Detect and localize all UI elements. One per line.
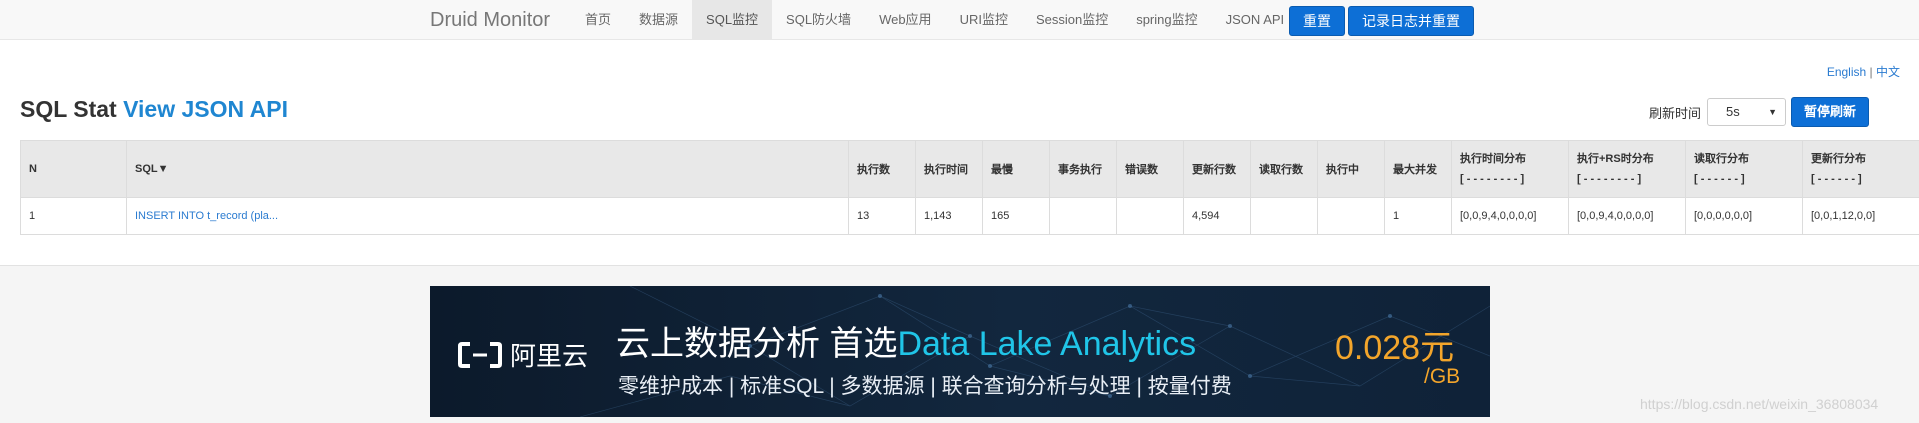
aliyun-logo-icon: [458, 341, 502, 368]
cell-update-rows: 4,594: [1183, 197, 1251, 235]
aliyun-logo: 阿里云: [458, 336, 588, 373]
cell-n: 1: [20, 197, 127, 235]
log-and-reset-button[interactable]: 记录日志并重置: [1348, 6, 1474, 36]
column-header-sql[interactable]: SQL▼: [126, 140, 849, 198]
banner-price: 0.028元: [1335, 329, 1455, 367]
sql-detail-link[interactable]: INSERT INTO t_record (pla...: [135, 210, 278, 222]
nav-item-sql-monitor[interactable]: SQL监控: [692, 0, 773, 40]
refresh-controls: 刷新时间 5s ▼ 暂停刷新: [1649, 97, 1870, 127]
cell-fetch-rows: [1250, 197, 1318, 235]
column-header-update-rows[interactable]: 更新行数: [1183, 140, 1251, 198]
language-switch: English | 中文: [1827, 63, 1900, 80]
page-title-text: SQL Stat: [20, 96, 117, 122]
column-header-transaction-exec[interactable]: 事务执行: [1049, 140, 1117, 198]
top-navbar: Druid Monitor 首页 数据源 SQL监控 SQL防火墙 Web应用 …: [0, 0, 1919, 40]
banner-price-unit: /GB: [1424, 365, 1461, 388]
column-header-fetch-row-histogram[interactable]: 读取行分布 [ - - - - - - ]: [1685, 140, 1803, 198]
lang-separator: |: [1869, 65, 1873, 79]
column-header-update-row-histogram-range: [ - - - - - - ]: [1811, 173, 1862, 185]
column-header-exec-time[interactable]: 执行时间: [915, 140, 983, 198]
page-title: SQL Stat View JSON API: [20, 96, 288, 123]
cell-error-count: [1116, 197, 1184, 235]
nav-item-json-api[interactable]: JSON API: [1212, 0, 1299, 40]
column-header-exec-histogram-range: [ - - - - - - - - ]: [1460, 173, 1525, 185]
nav-item-session-monitor[interactable]: Session监控: [1022, 0, 1122, 40]
cell-fetch-row-histogram: [0,0,0,0,0,0]: [1685, 197, 1803, 235]
brand-title[interactable]: Druid Monitor: [430, 0, 550, 40]
reset-button[interactable]: 重置: [1289, 6, 1345, 36]
nav-item-sql-firewall[interactable]: SQL防火墙: [772, 0, 865, 40]
nav-item-datasource[interactable]: 数据源: [625, 0, 692, 40]
nav-item-spring-monitor[interactable]: spring监控: [1122, 0, 1211, 40]
watermark-text: https://blog.csdn.net/weixin_36808034: [1640, 396, 1879, 412]
column-header-slowest[interactable]: 最慢: [982, 140, 1050, 198]
pause-refresh-button[interactable]: 暂停刷新: [1791, 97, 1870, 127]
column-header-exec-histogram[interactable]: 执行时间分布 [ - - - - - - - - ]: [1451, 140, 1569, 198]
table-header-row: N SQL▼ 执行数 执行时间 最慢 事务执行 错误数 更新行数 读取行数 执行…: [20, 140, 1919, 198]
lang-english-link[interactable]: English: [1827, 65, 1866, 79]
view-json-api-link[interactable]: View JSON API: [123, 96, 288, 122]
nav-item-web-app[interactable]: Web应用: [865, 0, 946, 40]
cell-exec-count: 13: [848, 197, 916, 235]
refresh-interval-label: 刷新时间: [1649, 105, 1702, 121]
cell-exec-time: 1,143: [915, 197, 983, 235]
banner-headline-prefix: 云上数据分析 首选: [616, 325, 898, 363]
cell-transaction-exec: [1049, 197, 1117, 235]
column-header-running[interactable]: 执行中: [1317, 140, 1385, 198]
column-header-n[interactable]: N: [20, 140, 127, 198]
column-header-exec-rs-histogram-title: 执行+RS时分布: [1577, 153, 1654, 165]
banner-subline: 零维护成本 | 标准SQL | 多数据源 | 联合查询分析与处理 | 按量付费: [618, 375, 1232, 398]
nav-buttons: 重置 记录日志并重置: [1289, 6, 1474, 36]
banner-headline-highlight: Data Lake Analytics: [897, 325, 1197, 363]
column-header-exec-rs-histogram[interactable]: 执行+RS时分布 [ - - - - - - - - ]: [1568, 140, 1686, 198]
aliyun-logo-text: 阿里云: [510, 341, 589, 371]
column-header-update-row-histogram-title: 更新行分布: [1811, 153, 1866, 165]
nav-item-uri-monitor[interactable]: URI监控: [946, 0, 1022, 40]
cell-exec-histogram: [0,0,9,4,0,0,0,0]: [1451, 197, 1569, 235]
cell-running: [1317, 197, 1385, 235]
column-header-update-row-histogram[interactable]: 更新行分布 [ - - - - - - ]: [1802, 140, 1919, 198]
sql-stat-table: N SQL▼ 执行数 执行时间 最慢 事务执行 错误数 更新行数 读取行数 执行…: [20, 140, 1919, 235]
ad-banner[interactable]: 阿里云 云上数据分析 首选Data Lake Analytics 零维护成本 |…: [430, 286, 1490, 417]
banner-headline: 云上数据分析 首选Data Lake Analytics: [616, 316, 1196, 365]
refresh-interval-select[interactable]: 5s ▼: [1707, 98, 1787, 126]
cell-sql: INSERT INTO t_record (pla...: [126, 197, 849, 235]
column-header-fetch-row-histogram-range: [ - - - - - - ]: [1694, 173, 1745, 185]
table-row: 1 INSERT INTO t_record (pla... 13 1,143 …: [20, 197, 1919, 235]
cell-max-concurrent: 1: [1384, 197, 1452, 235]
cell-slowest: 165: [982, 197, 1050, 235]
cell-exec-rs-histogram: [0,0,9,4,0,0,0,0]: [1568, 197, 1686, 235]
column-header-fetch-rows[interactable]: 读取行数: [1250, 140, 1318, 198]
column-header-exec-histogram-title: 执行时间分布: [1460, 153, 1526, 165]
caret-down-icon: ▼: [1768, 107, 1778, 117]
nav-item-home[interactable]: 首页: [571, 0, 625, 40]
refresh-interval-value: 5s: [1726, 104, 1740, 119]
lang-chinese-link[interactable]: 中文: [1876, 65, 1900, 79]
column-header-exec-count[interactable]: 执行数: [848, 140, 916, 198]
nav-menu: 首页 数据源 SQL监控 SQL防火墙 Web应用 URI监控 Session监…: [571, 0, 1298, 40]
column-header-error-count[interactable]: 错误数: [1116, 140, 1184, 198]
column-header-fetch-row-histogram-title: 读取行分布: [1694, 153, 1749, 165]
cell-update-row-histogram: [0,0,1,12,0,0]: [1802, 197, 1919, 235]
column-header-max-concurrent[interactable]: 最大并发: [1384, 140, 1452, 198]
column-header-exec-rs-histogram-range: [ - - - - - - - - ]: [1577, 173, 1642, 185]
